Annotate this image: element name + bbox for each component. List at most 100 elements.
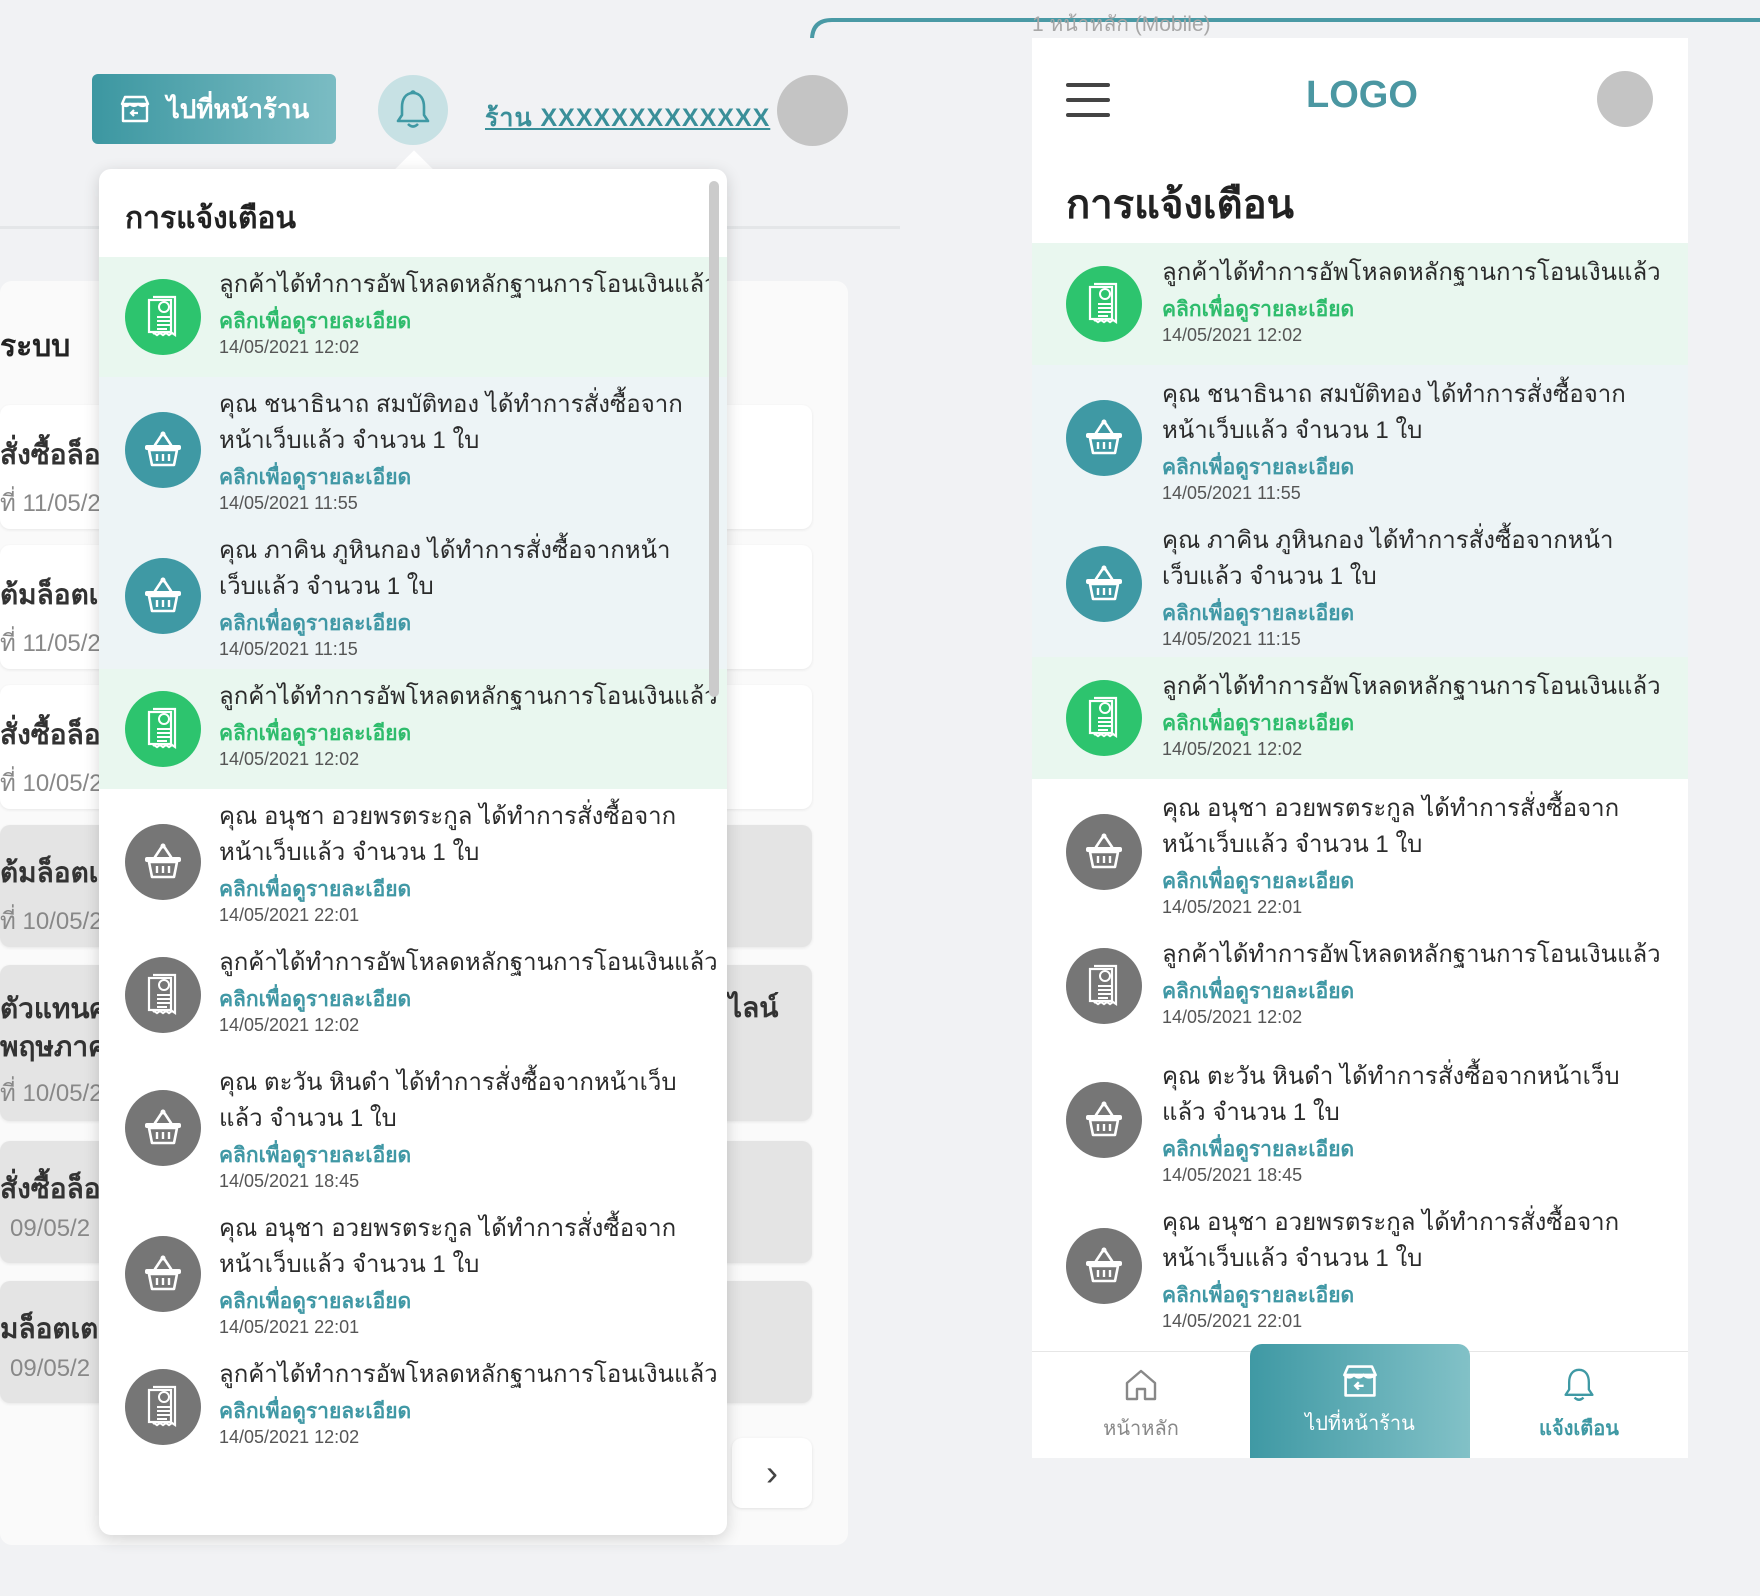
receipt-icon	[125, 1369, 201, 1445]
tab-notifications[interactable]: แจ้งเตือน	[1470, 1352, 1688, 1458]
view-details-link[interactable]: คลิกเพื่อดูรายละเอียด	[1162, 865, 1354, 898]
notification-message: ลูกค้าได้ทำการอัพโหลดหลักฐานการโอนเงินแล…	[1162, 941, 1661, 968]
notification-message: คุณ ชนาธินาถ สมบัติทอง ได้ทำการสั่งซื้อจ…	[1162, 381, 1626, 444]
view-details-link[interactable]: คลิกเพื่อดูรายละเอียด	[219, 1395, 411, 1428]
view-details-link[interactable]: คลิกเพื่อดูรายละเอียด	[1162, 707, 1354, 740]
card-title: มล็อตเตอ	[0, 1313, 116, 1344]
view-details-link[interactable]: คลิกเพื่อดูรายละเอียด	[219, 1139, 411, 1172]
view-details-link[interactable]: คลิกเพื่อดูรายละเอียด	[219, 717, 411, 750]
mobile-notification-list: ลูกค้าได้ทำการอัพโหลดหลักฐานการโอนเงินแล…	[1032, 243, 1688, 1355]
notification-item[interactable]: คุณ ภาคิน ภูหินกอง ได้ทำการสั่งซื้อจากหน…	[99, 523, 727, 669]
logo[interactable]: LOGO	[1306, 74, 1418, 117]
notification-item[interactable]: ลูกค้าได้ทำการอัพโหลดหลักฐานการโอนเงินแล…	[1032, 243, 1688, 365]
notification-message: คุณ อนุชา อวยพรตระกูล ได้ทำการสั่งซื้อจา…	[219, 1215, 677, 1278]
notification-timestamp: 14/05/2021 22:01	[1162, 897, 1303, 917]
notification-item[interactable]: คุณ อนุชา อวยพรตระกูล ได้ทำการสั่งซื้อจา…	[99, 1201, 727, 1347]
view-details-link[interactable]: คลิกเพื่อดูรายละเอียด	[219, 873, 411, 906]
card-date: 09/05/2	[10, 1215, 91, 1242]
notification-message: ลูกค้าได้ทำการอัพโหลดหลักฐานการโอนเงินแล…	[219, 949, 718, 976]
view-details-link[interactable]: คลิกเพื่อดูรายละเอียด	[219, 983, 411, 1016]
notification-timestamp: 14/05/2021 18:45	[1162, 1165, 1303, 1185]
view-details-link[interactable]: คลิกเพื่อดูรายละเอียด	[219, 1285, 411, 1318]
notification-timestamp: 14/05/2021 12:02	[219, 337, 360, 357]
store-icon	[120, 95, 149, 123]
receipt-icon	[1066, 948, 1142, 1024]
notification-timestamp: 14/05/2021 22:01	[219, 1317, 360, 1337]
dropdown-scrollbar[interactable]	[709, 181, 719, 697]
receipt-icon	[125, 691, 201, 767]
notification-item[interactable]: ลูกค้าได้ทำการอัพโหลดหลักฐานการโอนเงินแล…	[1032, 925, 1688, 1047]
receipt-icon	[1066, 680, 1142, 756]
notification-item[interactable]: คุณ อนุชา อวยพรตระกูล ได้ทำการสั่งซื้อจา…	[1032, 779, 1688, 925]
basket-icon	[1066, 1082, 1142, 1158]
tab-home[interactable]: หน้าหลัก	[1032, 1352, 1250, 1458]
notification-item[interactable]: คุณ อนุชา อวยพรตระกูล ได้ทำการสั่งซื้อจา…	[1032, 1193, 1688, 1339]
receipt-icon	[125, 279, 201, 355]
notification-message: คุณ ชนาธินาถ สมบัติทอง ได้ทำการสั่งซื้อจ…	[219, 391, 683, 454]
bell-icon	[396, 90, 430, 128]
view-details-link[interactable]: คลิกเพื่อดูรายละเอียด	[1162, 1133, 1354, 1166]
view-details-link[interactable]: คลิกเพื่อดูรายละเอียด	[219, 607, 411, 640]
home-icon	[1125, 1369, 1157, 1401]
notification-message: คุณ อนุชา อวยพรตระกูล ได้ทำการสั่งซื้อจา…	[1162, 1209, 1620, 1272]
notification-item[interactable]: คุณ ภาคิน ภูหินกอง ได้ทำการสั่งซื้อจากหน…	[1032, 511, 1688, 657]
view-details-link[interactable]: คลิกเพื่อดูรายละเอียด	[1162, 451, 1354, 484]
notification-message: ลูกค้าได้ทำการอัพโหลดหลักฐานการโอนเงินแล…	[1162, 259, 1661, 286]
notification-timestamp: 14/05/2021 12:02	[1162, 325, 1303, 345]
view-details-link[interactable]: คลิกเพื่อดูรายละเอียด	[1162, 293, 1354, 326]
avatar[interactable]	[1597, 71, 1653, 127]
tab-go-to-store[interactable]: ไปที่หน้าร้าน	[1250, 1344, 1470, 1458]
bottom-tab-bar: หน้าหลัก ไปที่หน้าร้าน แจ้งเตือน	[1032, 1344, 1688, 1458]
dropdown-title: การแจ้งเตือน	[125, 202, 296, 235]
basket-icon	[125, 558, 201, 634]
hamburger-menu-icon[interactable]	[1066, 83, 1110, 117]
card-date: ที่ 10/05/2	[0, 1080, 103, 1107]
notification-timestamp: 14/05/2021 12:02	[1162, 739, 1303, 759]
notification-message: ลูกค้าได้ทำการอัพโหลดหลักฐานการโอนเงินแล…	[219, 1361, 718, 1388]
page-title: การแจ้งเตือน	[1066, 183, 1294, 227]
view-details-link[interactable]: คลิกเพื่อดูรายละเอียด	[1162, 597, 1354, 630]
notification-item[interactable]: คุณ ตะวัน หินดำ ได้ทำการสั่งซื้อจากหน้าเ…	[99, 1055, 727, 1201]
notification-item[interactable]: คุณ ตะวัน หินดำ ได้ทำการสั่งซื้อจากหน้าเ…	[1032, 1047, 1688, 1193]
notification-message: ลูกค้าได้ทำการอัพโหลดหลักฐานการโอนเงินแล…	[219, 271, 718, 298]
notification-item[interactable]: คุณ อนุชา อวยพรตระกูล ได้ทำการสั่งซื้อจา…	[99, 789, 727, 935]
notification-timestamp: 14/05/2021 11:15	[1162, 629, 1301, 649]
view-details-link[interactable]: คลิกเพื่อดูรายละเอียด	[219, 305, 411, 338]
notification-timestamp: 14/05/2021 11:15	[219, 639, 358, 659]
notification-item[interactable]: ลูกค้าได้ทำการอัพโหลดหลักฐานการโอนเงินแล…	[99, 669, 727, 789]
notification-item[interactable]: คุณ ชนาธินาถ สมบัติทอง ได้ทำการสั่งซื้อจ…	[99, 377, 727, 523]
view-details-link[interactable]: คลิกเพื่อดูรายละเอียด	[1162, 975, 1354, 1008]
basket-icon	[125, 1090, 201, 1166]
notification-item[interactable]: ลูกค้าได้ทำการอัพโหลดหลักฐานการโอนเงินแล…	[99, 257, 727, 377]
card-date: ที่ 11/05/20	[0, 630, 115, 657]
card-date: 09/05/2	[10, 1355, 91, 1382]
flow-label: 1 หน้าหลัก (Mobile)	[1032, 13, 1211, 36]
notification-message: คุณ อนุชา อวยพรตระกูล ได้ทำการสั่งซื้อจา…	[1162, 795, 1620, 858]
shop-name-link[interactable]: ร้าน XXXXXXXXXXXXX	[485, 98, 770, 138]
notification-timestamp: 14/05/2021 18:45	[219, 1171, 360, 1191]
avatar[interactable]	[777, 75, 848, 146]
notification-message: คุณ ตะวัน หินดำ ได้ทำการสั่งซื้อจากหน้าเ…	[1162, 1063, 1620, 1126]
notification-item[interactable]: คุณ ชนาธินาถ สมบัติทอง ได้ทำการสั่งซื้อจ…	[1032, 365, 1688, 511]
panel-title: ระบบ	[0, 330, 71, 363]
next-page-button[interactable]: ›	[732, 1438, 812, 1508]
notification-item[interactable]: ลูกค้าได้ทำการอัพโหลดหลักฐานการโอนเงินแล…	[1032, 657, 1688, 779]
view-details-link[interactable]: คลิกเพื่อดูรายละเอียด	[219, 461, 411, 494]
view-details-link[interactable]: คลิกเพื่อดูรายละเอียด	[1162, 1279, 1354, 1312]
receipt-icon	[125, 957, 201, 1033]
notification-timestamp: 14/05/2021 12:02	[1162, 1007, 1303, 1027]
notification-message: คุณ ตะวัน หินดำ ได้ทำการสั่งซื้อจากหน้าเ…	[219, 1069, 677, 1132]
notification-timestamp: 14/05/2021 12:02	[219, 749, 360, 769]
card-date: ที่ 10/05/2	[0, 770, 103, 797]
card-date: ที่ 11/05/20	[0, 490, 115, 517]
notification-timestamp: 14/05/2021 22:01	[219, 905, 360, 925]
chevron-right-icon: ›	[766, 1452, 778, 1493]
notification-timestamp: 14/05/2021 12:02	[219, 1427, 360, 1447]
go-to-store-button[interactable]: ไปที่หน้าร้าน	[92, 74, 336, 144]
notification-bell-button[interactable]	[378, 75, 448, 145]
notification-message: คุณ ภาคิน ภูหินกอง ได้ทำการสั่งซื้อจากหน…	[219, 537, 671, 600]
notification-item[interactable]: ลูกค้าได้ทำการอัพโหลดหลักฐานการโอนเงินแล…	[99, 935, 727, 1055]
notification-timestamp: 14/05/2021 11:55	[1162, 483, 1301, 503]
notification-item[interactable]: ลูกค้าได้ทำการอัพโหลดหลักฐานการโอนเงินแล…	[99, 1347, 727, 1467]
tab-go-to-store-label: ไปที่หน้าร้าน	[1305, 1413, 1415, 1435]
